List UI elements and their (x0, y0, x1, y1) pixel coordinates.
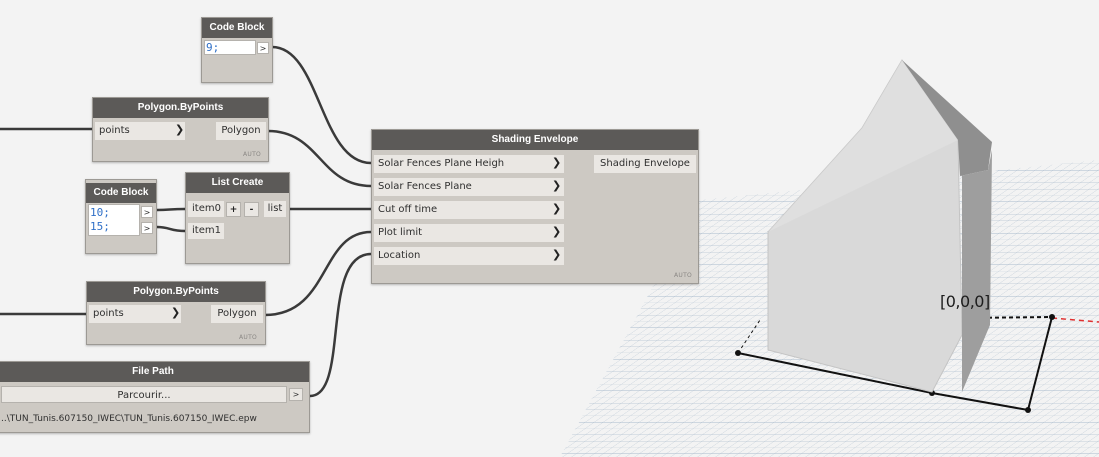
wire-code2a-to-list (156, 207, 186, 212)
port-label: Solar Fences Plane Heigh (378, 158, 505, 169)
wire-code2b-to-list (156, 225, 186, 233)
node-title: Shading Envelope (372, 130, 698, 150)
path-text: ..\TUN_Tunis.607150_IWEC\TUN_Tunis.60715… (1, 414, 257, 424)
code-line: 9; (206, 41, 220, 54)
port-label: list (267, 203, 283, 214)
input-port-plot-limit[interactable]: Plot limit (374, 224, 564, 242)
browse-button[interactable]: Parcourir... (1, 386, 287, 403)
code-line: 15; (90, 220, 110, 233)
input-port-solar-fences-plane-height[interactable]: Solar Fences Plane Heigh (374, 155, 564, 173)
lacing-label: AUTO (243, 151, 262, 158)
input-port-item0[interactable]: item0 (188, 201, 224, 217)
output-port-shading-envelope[interactable]: Shading Envelope (594, 155, 696, 173)
code-block-node-2[interactable]: Code Block 10; 15; > > (85, 179, 157, 254)
port-label: item1 (192, 225, 221, 236)
port-label: Solar Fences Plane (378, 181, 472, 192)
file-path-node[interactable]: File Path Parcourir... > ..\TUN_Tunis.60… (0, 361, 310, 433)
output-port[interactable]: > (141, 222, 153, 234)
wire-code1-to-envelope (271, 45, 372, 165)
code-line: 10; (90, 206, 110, 219)
output-port[interactable]: > (141, 206, 153, 218)
node-title: List Create (186, 173, 289, 193)
polygon-by-points-node-2[interactable]: Polygon.ByPoints points ❯ Polygon AUTO (86, 281, 266, 345)
port-label: Plot limit (378, 227, 423, 238)
lacing-label: AUTO (239, 334, 258, 341)
input-port-points[interactable]: points (89, 305, 181, 323)
input-port-solar-fences-plane[interactable]: Solar Fences Plane (374, 178, 564, 196)
node-title: Polygon.ByPoints (93, 98, 268, 118)
node-title: File Path (0, 362, 309, 382)
port-label: Polygon (217, 308, 257, 319)
shading-envelope-node[interactable]: Shading Envelope Solar Fences Plane Heig… (371, 129, 699, 284)
node-title: Code Block (202, 18, 272, 38)
port-label: points (99, 125, 130, 136)
code-editor[interactable]: 9; (204, 40, 256, 55)
lacing-label: AUTO (674, 272, 693, 279)
remove-input-button[interactable]: - (244, 202, 259, 217)
port-label: Shading Envelope (600, 158, 690, 169)
polygon-by-points-node-1[interactable]: Polygon.ByPoints points ❯ Polygon AUTO (92, 97, 269, 162)
chevron-right-icon: ❯ (552, 179, 562, 192)
port-label: points (93, 308, 124, 319)
file-path-value: ..\TUN_Tunis.607150_IWEC\TUN_Tunis.60715… (1, 410, 305, 428)
output-port[interactable]: > (257, 42, 269, 54)
input-port-cut-off-time[interactable]: Cut off time (374, 201, 564, 219)
port-label: Cut off time (378, 204, 438, 215)
output-port-polygon[interactable]: Polygon (211, 305, 263, 323)
port-label: Polygon (221, 125, 261, 136)
chevron-right-icon: ❯ (175, 123, 185, 136)
chevron-right-icon: ❯ (552, 202, 562, 215)
chevron-right-icon: ❯ (552, 156, 562, 169)
wire-filepath-to-envelope (309, 252, 372, 398)
input-port-item1[interactable]: item1 (188, 223, 224, 239)
code-block-node-1[interactable]: Code Block 9; > (201, 17, 273, 83)
input-port-location[interactable]: Location (374, 247, 564, 265)
add-input-button[interactable]: + (226, 202, 241, 217)
node-title: Polygon.ByPoints (87, 282, 265, 302)
node-title: Code Block (86, 183, 156, 203)
port-label: Location (378, 250, 421, 261)
chevron-right-icon: ❯ (171, 306, 181, 319)
button-label: Parcourir... (117, 390, 171, 401)
code-editor[interactable]: 10; 15; (88, 204, 140, 236)
workspace-canvas[interactable]: [0,0,0] Code Block 9; > Polygon.ByPoints… (0, 0, 1099, 457)
chevron-right-icon: ❯ (552, 248, 562, 261)
input-port-points[interactable]: points (95, 122, 185, 140)
output-port-list[interactable]: list (264, 201, 286, 217)
output-port-polygon[interactable]: Polygon (216, 122, 266, 140)
list-create-node[interactable]: List Create item0 + - list item1 (185, 172, 290, 264)
output-port[interactable]: > (289, 388, 303, 401)
chevron-right-icon: ❯ (552, 225, 562, 238)
port-label: item0 (192, 203, 221, 214)
